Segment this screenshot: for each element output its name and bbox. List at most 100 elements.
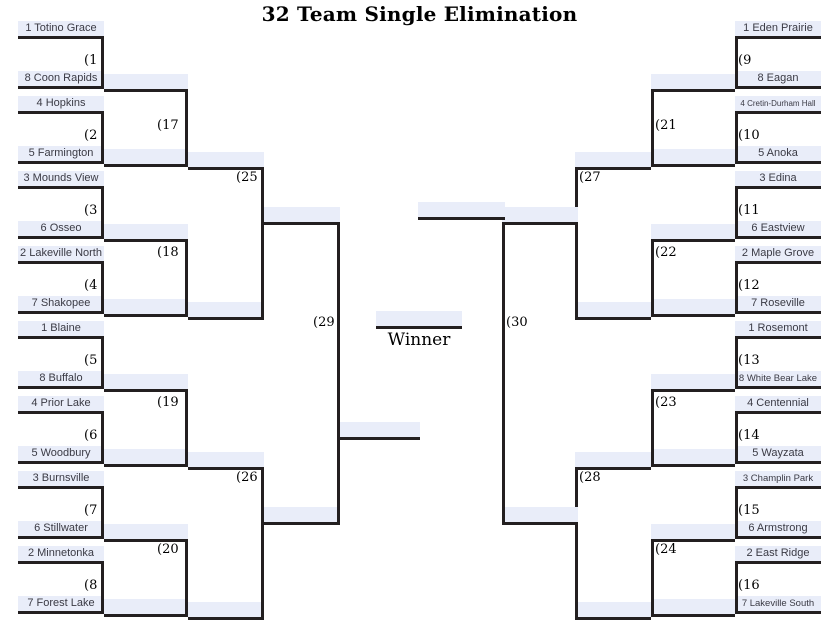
game-number: (5 [84,353,98,368]
advance-slot[interactable] [651,524,735,540]
slot-underline [735,386,821,389]
advance-slot[interactable] [264,207,340,223]
team-slot[interactable]: 8 Buffalo [18,371,104,387]
game-number: (8 [84,578,98,593]
slot-underline [735,161,821,164]
advance-slot[interactable] [188,152,264,168]
game-number: (14 [738,428,760,443]
team-label: 8 Buffalo [39,372,83,384]
winner-label: Winner [387,330,451,350]
bracket-connector [104,239,188,242]
team-slot[interactable]: 8 Coon Rapids [18,71,104,87]
advance-slot[interactable] [651,449,735,465]
team-slot[interactable]: 1 Rosemont [735,321,821,337]
team-slot[interactable]: 3 Burnsville [18,471,104,487]
slot-underline [18,336,104,339]
advance-slot[interactable] [502,507,578,523]
slot-underline [735,236,821,239]
team-slot[interactable]: 3 Mounds View [18,171,104,187]
advance-slot[interactable] [188,602,264,618]
advance-slot[interactable] [651,74,735,90]
team-slot[interactable]: 7 Shakopee [18,296,104,312]
team-slot[interactable]: 2 East Ridge [735,546,821,562]
team-slot[interactable]: 8 Eagan [735,71,821,87]
team-slot[interactable]: 5 Anoka [735,146,821,162]
slot-underline [735,111,821,114]
team-label: 7 Lakeville South [741,598,815,609]
game-number: (11 [738,203,760,218]
game-number: (9 [738,53,752,68]
team-slot[interactable]: 5 Farmington [18,146,104,162]
team-slot[interactable]: 1 Eden Prairie [735,21,821,37]
advance-slot[interactable] [104,374,188,390]
page-title: 32 Team Single Elimination [261,2,578,26]
team-slot[interactable]: 4 Cretin-Durham Hall [735,96,821,112]
bracket-connector [261,467,264,620]
advance-slot[interactable] [104,449,188,465]
advance-slot[interactable] [651,599,735,615]
bracket-container: 32 Team Single Elimination 1 Totino Grac… [0,0,839,623]
advance-slot[interactable] [104,524,188,540]
bracket-connector [188,617,264,620]
advance-slot[interactable] [575,152,651,168]
game-number: (27 [579,170,601,185]
team-slot[interactable]: 4 Prior Lake [18,396,104,412]
team-slot[interactable]: 2 Minnetonka [18,546,104,562]
advance-slot[interactable] [264,507,340,523]
game-number: (12 [738,278,760,293]
advance-slot[interactable] [575,452,651,468]
advance-slot[interactable] [575,302,651,318]
team-slot[interactable]: 4 Centennial [735,396,821,412]
team-slot[interactable]: 8 White Bear Lake [735,371,821,387]
team-slot[interactable]: 6 Osseo [18,221,104,237]
team-slot[interactable]: 5 Wayzata [735,446,821,462]
advance-slot[interactable] [104,224,188,240]
winner-underline [376,326,462,329]
championship-slot-left[interactable] [340,422,420,438]
advance-slot[interactable] [651,224,735,240]
bracket-connector [104,389,188,392]
team-label: 2 Maple Grove [741,247,815,259]
team-slot[interactable]: 7 Roseville [735,296,821,312]
team-label: 1 Rosemont [748,322,808,334]
team-slot[interactable]: 7 Forest Lake [18,596,104,612]
bracket-connector [575,317,651,320]
advance-slot[interactable] [188,302,264,318]
team-slot[interactable]: 3 Edina [735,171,821,187]
advance-slot[interactable] [651,149,735,165]
team-label: 7 Shakopee [31,297,91,309]
bracket-connector [651,89,735,92]
advance-slot[interactable] [502,207,578,223]
advance-slot[interactable] [104,74,188,90]
team-label: 7 Roseville [751,297,805,309]
team-slot[interactable]: 2 Maple Grove [735,246,821,262]
advance-slot[interactable] [188,452,264,468]
team-slot[interactable]: 2 Lakeville North [18,246,104,262]
game-number: (26 [236,470,258,485]
team-slot[interactable]: 4 Hopkins [18,96,104,112]
team-slot[interactable]: 6 Armstrong [735,521,821,537]
bracket-connector [651,314,735,317]
team-slot[interactable]: 1 Totino Grace [18,21,104,37]
team-slot[interactable]: 1 Blaine [18,321,104,337]
winner-slot[interactable] [376,311,462,327]
advance-slot[interactable] [104,149,188,165]
team-slot[interactable]: 7 Lakeville South [735,596,821,612]
game-number: (18 [157,245,179,260]
advance-slot[interactable] [575,602,651,618]
team-label: 2 Lakeville North [20,247,102,259]
slot-underline [18,411,104,414]
team-slot[interactable]: 5 Woodbury [18,446,104,462]
team-slot[interactable]: 6 Eastview [735,221,821,237]
slot-underline [18,161,104,164]
team-slot[interactable]: 6 Stillwater [18,521,104,537]
advance-slot[interactable] [104,599,188,615]
team-label: 3 Mounds View [23,172,99,184]
bracket-connector [104,89,188,92]
advance-slot[interactable] [651,299,735,315]
advance-slot[interactable] [104,299,188,315]
team-label: 5 Farmington [28,147,94,159]
championship-slot-right[interactable] [418,202,505,218]
team-slot[interactable]: 3 Champlin Park [735,471,821,487]
advance-slot[interactable] [651,374,735,390]
